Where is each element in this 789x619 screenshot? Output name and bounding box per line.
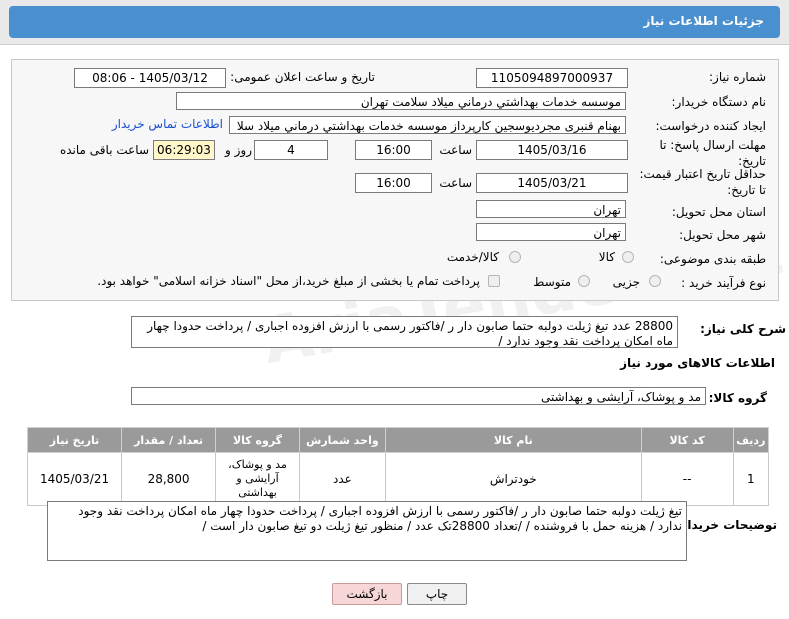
purchase-minor-label: جزیی <box>612 275 640 289</box>
province-field[interactable]: تهران <box>476 200 626 218</box>
back-button[interactable]: بازگشت <box>332 583 402 605</box>
buyer-org-field[interactable]: موسسه خدمات بهداشتي درماني ميلاد سلامت ت… <box>176 92 626 110</box>
purchase-minor-radio[interactable] <box>649 275 661 287</box>
cell-code: -- <box>640 452 734 506</box>
goods-group-label: گروه کالا: <box>708 391 767 405</box>
validity-date-field[interactable]: 1405/03/21 <box>476 173 628 193</box>
col-date: تاریخ نیاز <box>26 427 123 453</box>
cell-qty: 28,800 <box>121 452 217 506</box>
province-label: استان محل تحویل: <box>671 205 766 219</box>
requester-field[interactable]: بهنام قنبری مجردیوسجین کارپرداز موسسه خد… <box>229 116 626 134</box>
category-label: طبقه بندی موضوعی: <box>659 252 766 266</box>
need-summary-label: شرح کلی نیاز: <box>700 322 786 336</box>
remaining-time-field[interactable]: 06:29:03 <box>153 140 215 160</box>
treasury-payment-checkbox[interactable] <box>488 275 500 287</box>
deadline-time-label: ساعت <box>439 143 472 157</box>
requester-label: ایجاد کننده درخواست: <box>655 119 766 133</box>
purchase-medium-label: متوسط <box>533 275 571 289</box>
col-row: ردیف <box>732 427 770 453</box>
goods-group-field[interactable]: مد و پوشاک، آرایشی و بهداشتی <box>131 387 706 405</box>
page-header: جزئیات اطلاعات نیاز <box>0 0 789 45</box>
col-unit: واحد شمارش <box>298 427 386 453</box>
need-number-field[interactable]: 1105094897000937 <box>476 68 628 88</box>
days-label: روز و <box>225 143 252 157</box>
validity-time-field[interactable]: 16:00 <box>355 173 432 193</box>
cell-row: 1 <box>732 452 770 506</box>
buyer-org-label: نام دستگاه خریدار: <box>671 95 767 109</box>
category-goods-service-label: کالا/خدمت <box>446 250 499 264</box>
page-title: جزئیات اطلاعات نیاز <box>643 14 764 28</box>
print-button[interactable]: چاپ <box>407 583 467 605</box>
treasury-payment-note: پرداخت تمام یا بخشی از مبلغ خرید،از محل … <box>97 274 480 288</box>
remaining-time-label: ساعت باقی مانده <box>59 143 149 157</box>
city-field[interactable]: تهران <box>476 223 626 241</box>
col-code: کد کالا <box>640 427 734 453</box>
goods-section-title: اطلاعات کالاهای مورد نیاز <box>620 356 775 370</box>
purchase-type-label: نوع فرآیند خرید : <box>681 276 766 290</box>
price-validity-label: حداقل تاریخ اعتبار قیمت: تا تاریخ: <box>639 167 766 197</box>
validity-time-label: ساعت <box>439 176 472 190</box>
need-summary-field[interactable]: 28800 عدد تیغ ژیلت دولبه حتما صابون دار … <box>131 316 678 348</box>
buyer-notes-label: توضیحات خریدار: <box>675 518 777 532</box>
announce-datetime-field[interactable]: 1405/03/12 - 08:06 <box>74 68 226 88</box>
col-qty: تعداد / مقدار <box>121 427 217 453</box>
goods-table-header: ردیف کد کالا نام کالا واحد شمارش گروه کا… <box>26 427 770 453</box>
days-remaining-field[interactable]: 4 <box>254 140 328 160</box>
deadline-label: مهلت ارسال پاسخ: تا تاریخ: <box>659 138 766 168</box>
city-label: شهر محل تحویل: <box>679 228 766 242</box>
buyer-contact-link[interactable]: اطلاعات تماس خریدار <box>112 117 223 131</box>
cell-group: مد و پوشاک، آرایشی و بهداشتی <box>215 452 300 506</box>
announce-datetime-label: تاریخ و ساعت اعلان عمومی: <box>230 70 375 84</box>
cell-name: خودتراش <box>384 452 642 506</box>
category-goods-label: کالا <box>598 250 615 264</box>
cell-unit: عدد <box>298 452 386 506</box>
header-bar: جزئیات اطلاعات نیاز <box>9 6 780 38</box>
col-group: گروه کالا <box>215 427 300 453</box>
buyer-notes-field[interactable]: تیغ ژیلت دولبه حتما صابون دار ر /فاکتور … <box>47 501 687 561</box>
category-goods-service-radio[interactable] <box>509 251 521 263</box>
cell-date: 1405/03/21 <box>26 452 123 506</box>
need-number-label: شماره نیاز: <box>709 70 766 84</box>
col-name: نام کالا <box>384 427 642 453</box>
goods-table: ردیف کد کالا نام کالا واحد شمارش گروه کا… <box>26 427 770 506</box>
purchase-medium-radio[interactable] <box>578 275 590 287</box>
deadline-time-field[interactable]: 16:00 <box>355 140 432 160</box>
table-row: 1 -- خودتراش عدد مد و پوشاک، آرایشی و به… <box>26 452 770 506</box>
category-goods-radio[interactable] <box>622 251 634 263</box>
deadline-date-field[interactable]: 1405/03/16 <box>476 140 628 160</box>
